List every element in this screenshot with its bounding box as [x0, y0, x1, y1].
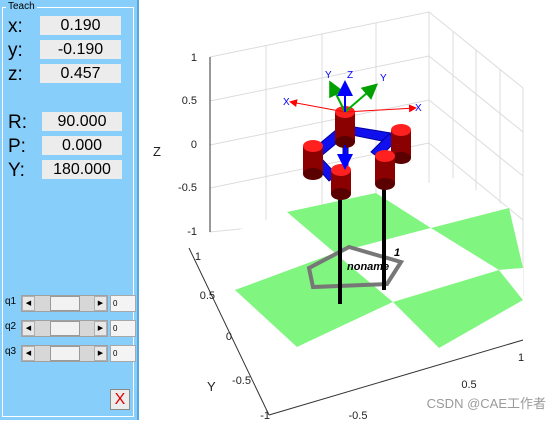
robot-3d-plot[interactable]: 1 0.5 0 -0.5 -1 Z 1 0.5 0 -0.5 -1 Y 1 0.…: [139, 0, 560, 422]
robot-index-label: 1: [394, 247, 400, 259]
y-axis-label: Y: [207, 379, 216, 394]
q2-increment-arrow[interactable]: ▶: [94, 321, 107, 336]
q2-value-field[interactable]: 0: [110, 320, 136, 337]
close-icon: X: [114, 391, 126, 408]
yaw-label: Y:: [8, 160, 25, 181]
frame-y-label: Y: [380, 73, 387, 84]
y-tick-label: 1: [195, 251, 201, 263]
q1-slider[interactable]: ◀ ▶: [21, 295, 108, 312]
z-value: 0.457: [40, 64, 121, 83]
q1-value-field[interactable]: 0: [110, 295, 136, 312]
q1-decrement-arrow[interactable]: ◀: [22, 296, 35, 311]
x-label: x:: [8, 16, 23, 37]
joint-cylinder: [331, 164, 351, 200]
frame-x-label: X: [415, 103, 422, 114]
y-label: y:: [8, 40, 23, 61]
y-value: -0.190: [40, 40, 121, 59]
z-label: z:: [8, 64, 23, 85]
panel-title: Teach: [6, 1, 37, 12]
joint-cylinder: [375, 150, 395, 190]
q2-label: q2: [5, 321, 17, 332]
q1-label: q1: [5, 296, 17, 307]
x-tick-label: -0.5: [349, 410, 368, 420]
teach-panel: Teach x: 0.190 y: -0.190 z: 0.457 R: 90.…: [0, 0, 139, 420]
q3-label: q3: [5, 346, 17, 357]
z-tick-label: 0: [191, 139, 197, 151]
joint-cylinder: [335, 106, 355, 148]
q2-decrement-arrow[interactable]: ◀: [22, 321, 35, 336]
joint-cylinder: [303, 140, 323, 180]
q3-increment-arrow[interactable]: ▶: [94, 346, 107, 361]
frame-z-label: Z: [347, 70, 353, 81]
z-axis-label: Z: [153, 144, 161, 159]
y-tick-label: -0.5: [232, 375, 251, 387]
roll-value: 90.000: [42, 112, 122, 131]
q1-increment-arrow[interactable]: ▶: [94, 296, 107, 311]
q3-decrement-arrow[interactable]: ◀: [22, 346, 35, 361]
plot-svg: 1 0.5 0 -0.5 -1 Z 1 0.5 0 -0.5 -1 Y 1 0.…: [153, 11, 524, 422]
yaw-value: 180.000: [42, 160, 122, 179]
watermark: CSDN @CAE工作者: [426, 396, 546, 411]
frame-y-label: Y: [325, 70, 332, 81]
pitch-value: 0.000: [42, 136, 122, 155]
close-button[interactable]: X: [110, 389, 130, 410]
z-tick-label: 0.5: [182, 95, 197, 107]
roll-label: R:: [8, 112, 27, 133]
y-tick-label: 0: [226, 331, 232, 343]
x-tick-label: 1: [518, 352, 524, 364]
y-tick-label: 0.5: [200, 290, 215, 302]
q2-slider-thumb[interactable]: [50, 321, 80, 336]
q3-value-field[interactable]: 0: [110, 345, 136, 362]
q1-slider-thumb[interactable]: [50, 296, 80, 311]
frame-x-label: X: [283, 97, 290, 108]
x-value: 0.190: [40, 16, 121, 35]
x-tick-label: 0.5: [461, 379, 476, 391]
z-tick-label: -1: [187, 226, 197, 238]
q3-slider[interactable]: ◀ ▶: [21, 345, 108, 362]
z-tick-label: -0.5: [178, 182, 197, 194]
pitch-label: P:: [8, 136, 26, 157]
z-axis-ticks: 1 0.5 0 -0.5 -1: [178, 52, 197, 238]
q2-slider[interactable]: ◀ ▶: [21, 320, 108, 337]
y-tick-label: -1: [260, 410, 270, 420]
z-tick-label: 1: [191, 52, 197, 64]
q3-slider-thumb[interactable]: [50, 346, 80, 361]
